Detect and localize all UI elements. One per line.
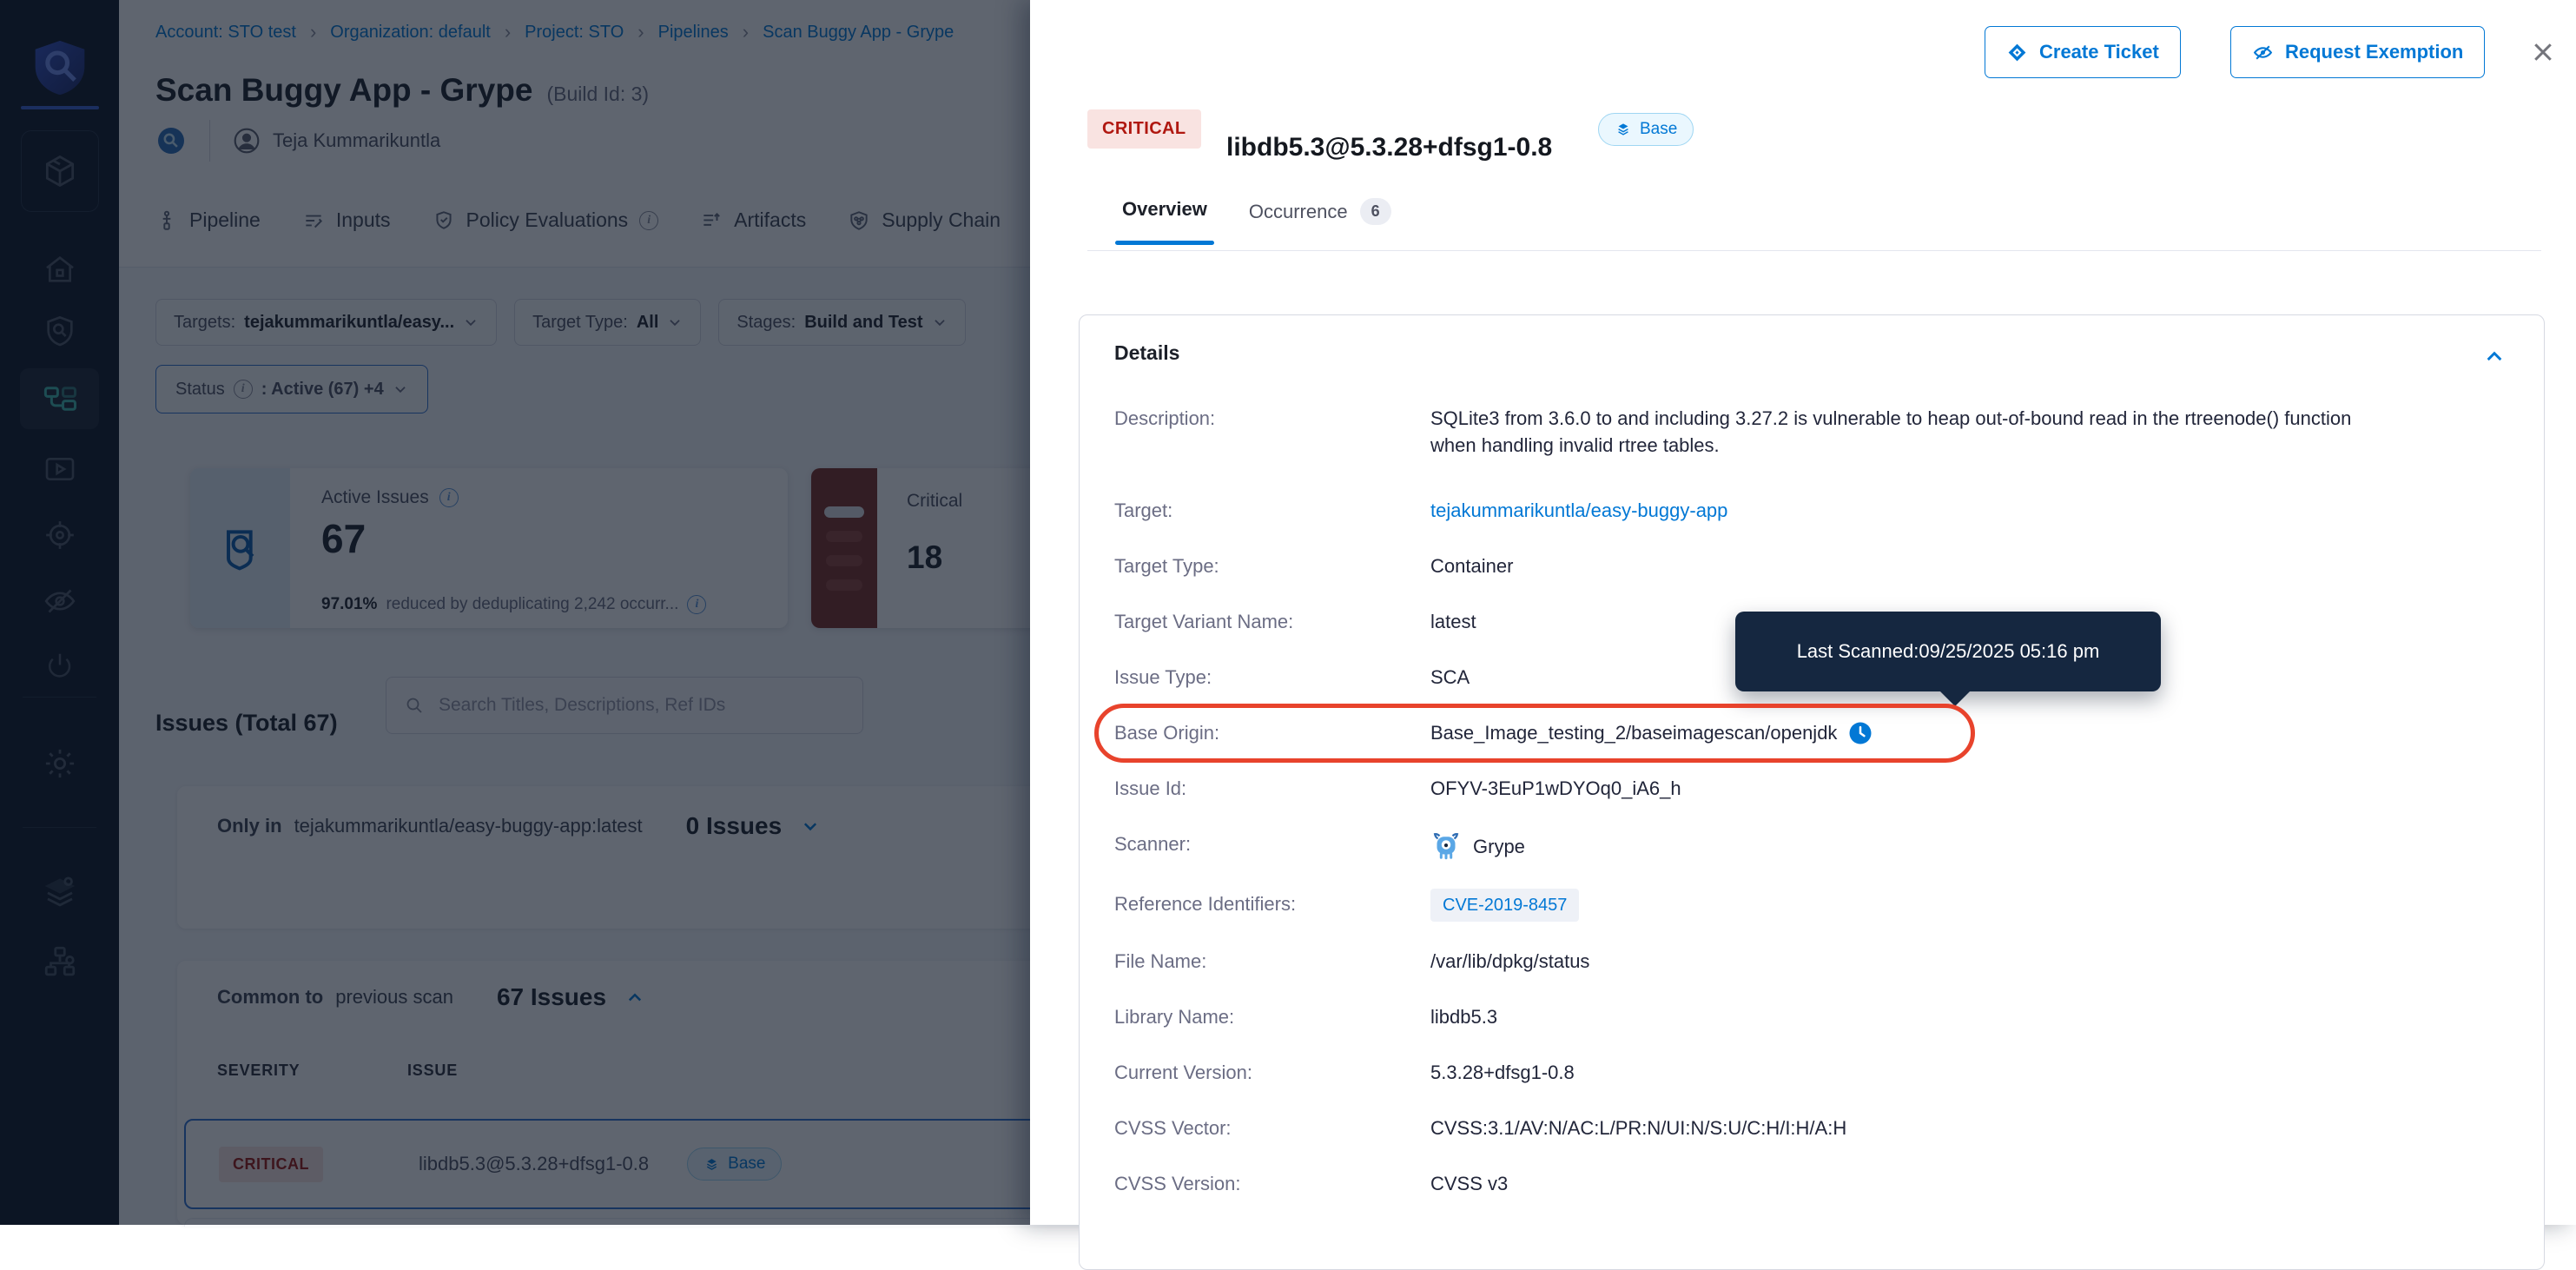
detail-value: SCA [1430,664,1470,691]
drawer-issue-title: libdb5.3@5.3.28+dfsg1-0.8 [1226,133,1552,162]
grype-monster-icon [1430,830,1462,862]
detail-row-cvss-vector: CVSS Vector: CVSS:3.1/AV:N/AC:L/PR:N/UI:… [1114,1115,2509,1141]
detail-label: Reference Identifiers: [1114,890,1430,917]
tab-overview[interactable]: Overview [1122,198,1207,245]
close-drawer-button[interactable] [2526,35,2560,69]
details-heading: Details [1114,341,2509,365]
create-ticket-label: Create Ticket [2039,41,2159,63]
detail-label: Target Type: [1114,552,1430,579]
drawer-severity-badge: CRITICAL [1087,109,1201,149]
last-scanned-tooltip: Last Scanned:09/25/2025 05:16 pm [1735,612,2161,691]
detail-label: File Name: [1114,948,1430,975]
detail-row-library-name: Library Name: libdb5.3 [1114,1003,2509,1030]
detail-label: Description: [1114,405,1430,432]
detail-row-issue-id: Issue Id: OFYV-3EuP1wDYOq0_iA6_h [1114,775,2509,802]
detail-row-base-origin: Base Origin: Base_Image_testing_2/baseim… [1114,719,2509,746]
detail-label: CVSS Vector: [1114,1115,1430,1141]
occurrence-count-badge: 6 [1360,198,1391,225]
detail-value: latest [1430,608,1476,635]
base-tag-pill[interactable]: Base [1598,113,1694,146]
eye-slash-icon [2252,42,2274,63]
details-field-list: Description: SQLite3 from 3.6.0 to and i… [1114,405,2509,1197]
detail-value: CVSS v3 [1430,1170,1508,1197]
detail-value: libdb5.3 [1430,1003,1497,1030]
detail-label: Target Variant Name: [1114,608,1430,635]
issue-details-drawer: Create Ticket Request Exemption CRITICAL… [1030,0,2576,1225]
base-tag-label: Base [1640,120,1677,139]
detail-row-description: Description: SQLite3 from 3.6.0 to and i… [1114,405,2509,459]
detail-row-cvss-version: CVSS Version: CVSS v3 [1114,1170,2509,1197]
detail-value: SQLite3 from 3.6.0 to and including 3.27… [1430,405,2386,459]
detail-label: Base Origin: [1114,719,1430,746]
base-origin-value: Base_Image_testing_2/baseimagescan/openj… [1430,719,1837,746]
close-x-icon [2530,39,2556,65]
detail-row-current-version: Current Version: 5.3.28+dfsg1-0.8 [1114,1059,2509,1086]
scanner-name: Grype [1473,833,1525,860]
detail-value: /var/lib/dpkg/status [1430,948,1589,975]
tabs-divider [1087,250,2541,251]
layers-base-icon [1615,121,1632,138]
detail-row-reference-identifiers: Reference Identifiers: CVE-2019-8457 [1114,890,2509,919]
detail-row-file-name: File Name: /var/lib/dpkg/status [1114,948,2509,975]
drawer-tabs: Overview Occurrence 6 [1122,198,1391,245]
tab-occurrence-label: Occurrence [1249,201,1348,223]
detail-row-target-type: Target Type: Container [1114,552,2509,579]
detail-label: Issue Id: [1114,775,1430,802]
detail-label: Library Name: [1114,1003,1430,1030]
detail-label: Issue Type: [1114,664,1430,691]
request-exemption-button[interactable]: Request Exemption [2230,26,2485,78]
collapse-chevron-up-icon[interactable] [2483,345,2506,367]
app-root: { "colors": { "accent": "#0278d5", "crit… [0,0,2576,1225]
detail-label: Target: [1114,497,1430,524]
diamond-ticket-icon [2006,42,2028,63]
detail-label: Scanner: [1114,830,1430,857]
detail-label: Current Version: [1114,1059,1430,1086]
detail-value: OFYV-3EuP1wDYOq0_iA6_h [1430,775,1681,802]
cve-link[interactable]: CVE-2019-8457 [1430,889,1579,922]
clock-icon[interactable] [1847,720,1873,746]
create-ticket-button[interactable]: Create Ticket [1985,26,2181,78]
detail-value: 5.3.28+dfsg1-0.8 [1430,1059,1575,1086]
detail-row-scanner: Scanner: Grype [1114,830,2509,862]
details-card: Details Description: SQLite3 from 3.6.0 … [1079,314,2545,1270]
detail-label: CVSS Version: [1114,1170,1430,1197]
tab-occurrence[interactable]: Occurrence 6 [1249,198,1391,225]
detail-value: CVSS:3.1/AV:N/AC:L/PR:N/UI:N/S:U/C:H/I:H… [1430,1115,1846,1141]
detail-row-target: Target: tejakummarikuntla/easy-buggy-app [1114,497,2509,524]
detail-value: Container [1430,552,1513,579]
request-exemption-label: Request Exemption [2285,41,2463,63]
target-link[interactable]: tejakummarikuntla/easy-buggy-app [1430,497,1727,524]
dim-overlay[interactable] [0,0,1030,1225]
